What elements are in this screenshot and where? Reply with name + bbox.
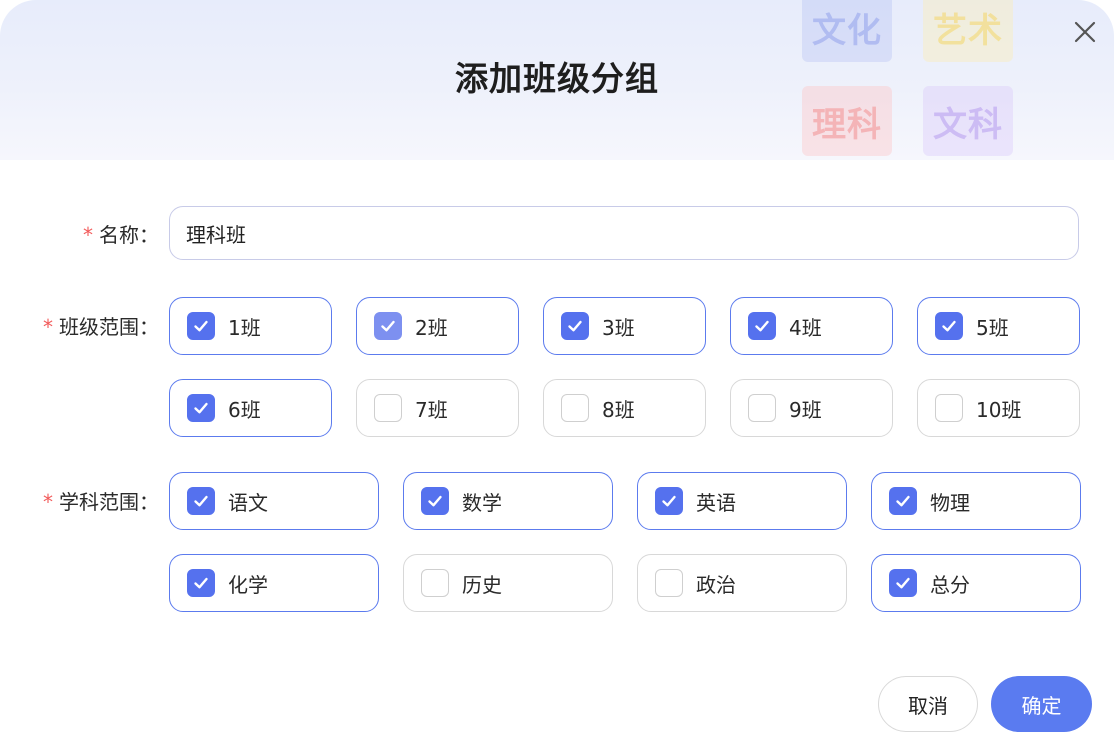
subject-range-label: * 学科范围： bbox=[43, 490, 159, 514]
class-range-label: * 班级范围： bbox=[43, 315, 159, 339]
subject-option-lishi[interactable]: 历史 bbox=[403, 554, 613, 612]
confirm-button[interactable]: 确定 bbox=[991, 676, 1092, 732]
checkbox-icon bbox=[889, 487, 917, 515]
class-option-label: 7班 bbox=[415, 397, 448, 422]
class-option-label: 9班 bbox=[789, 397, 822, 422]
subject-option-label: 总分 bbox=[930, 572, 970, 597]
subject-option-label: 化学 bbox=[228, 572, 268, 597]
checkbox-icon bbox=[935, 394, 963, 422]
subject-option-yingyu[interactable]: 英语 bbox=[637, 472, 847, 530]
class-option-10[interactable]: 10班 bbox=[917, 379, 1080, 437]
close-icon[interactable] bbox=[1071, 18, 1099, 46]
checkbox-icon bbox=[748, 312, 776, 340]
subject-option-huaxue[interactable]: 化学 bbox=[169, 554, 379, 612]
class-option-3[interactable]: 3班 bbox=[543, 297, 706, 355]
checkbox-icon bbox=[374, 312, 402, 340]
subject-option-label: 英语 bbox=[696, 490, 736, 515]
checkbox-icon bbox=[561, 312, 589, 340]
subject-option-label: 历史 bbox=[462, 572, 502, 597]
class-option-label: 3班 bbox=[602, 315, 635, 340]
class-option-7[interactable]: 7班 bbox=[356, 379, 519, 437]
checkbox-icon bbox=[561, 394, 589, 422]
class-option-2[interactable]: 2班 bbox=[356, 297, 519, 355]
subject-option-wuli[interactable]: 物理 bbox=[871, 472, 1081, 530]
checkbox-icon bbox=[889, 569, 917, 597]
dialog-header: 文化 艺术 理科 文科 添加班级分组 bbox=[0, 0, 1114, 160]
class-option-9[interactable]: 9班 bbox=[730, 379, 893, 437]
subject-option-label: 数学 bbox=[462, 490, 502, 515]
class-option-8[interactable]: 8班 bbox=[543, 379, 706, 437]
class-option-1[interactable]: 1班 bbox=[169, 297, 332, 355]
checkbox-icon bbox=[187, 487, 215, 515]
subject-option-label: 物理 bbox=[930, 490, 970, 515]
class-option-label: 6班 bbox=[228, 397, 261, 422]
checkbox-icon bbox=[655, 487, 683, 515]
class-option-label: 8班 bbox=[602, 397, 635, 422]
cancel-button[interactable]: 取消 bbox=[878, 676, 978, 732]
subject-option-zongfen[interactable]: 总分 bbox=[871, 554, 1081, 612]
class-option-6[interactable]: 6班 bbox=[169, 379, 332, 437]
class-option-label: 4班 bbox=[789, 315, 822, 340]
required-mark: * bbox=[43, 315, 53, 339]
subject-option-shuxue[interactable]: 数学 bbox=[403, 472, 613, 530]
class-option-label: 1班 bbox=[228, 315, 261, 340]
checkbox-icon bbox=[748, 394, 776, 422]
subject-option-label: 语文 bbox=[228, 490, 268, 515]
class-option-label: 10班 bbox=[976, 397, 1022, 422]
checkbox-icon bbox=[187, 394, 215, 422]
name-input[interactable] bbox=[169, 206, 1079, 260]
class-option-4[interactable]: 4班 bbox=[730, 297, 893, 355]
subject-option-zhengzhi[interactable]: 政治 bbox=[637, 554, 847, 612]
subject-option-label: 政治 bbox=[696, 572, 736, 597]
checkbox-icon bbox=[187, 569, 215, 597]
checkbox-icon bbox=[421, 569, 449, 597]
class-option-label: 2班 bbox=[415, 315, 448, 340]
required-mark: * bbox=[43, 490, 53, 514]
checkbox-icon bbox=[374, 394, 402, 422]
required-mark: * bbox=[83, 223, 93, 247]
checkbox-icon bbox=[935, 312, 963, 340]
class-option-label: 5班 bbox=[976, 315, 1009, 340]
name-label: * 名称： bbox=[83, 223, 159, 247]
dialog-title: 添加班级分组 bbox=[455, 59, 659, 98]
checkbox-icon bbox=[655, 569, 683, 597]
add-class-group-dialog: 文化 艺术 理科 文科 添加班级分组 *名称： *班级范围： 1班 2班 3班 … bbox=[0, 0, 1114, 750]
subject-option-yuwen[interactable]: 语文 bbox=[169, 472, 379, 530]
class-option-5[interactable]: 5班 bbox=[917, 297, 1080, 355]
checkbox-icon bbox=[187, 312, 215, 340]
checkbox-icon bbox=[421, 487, 449, 515]
